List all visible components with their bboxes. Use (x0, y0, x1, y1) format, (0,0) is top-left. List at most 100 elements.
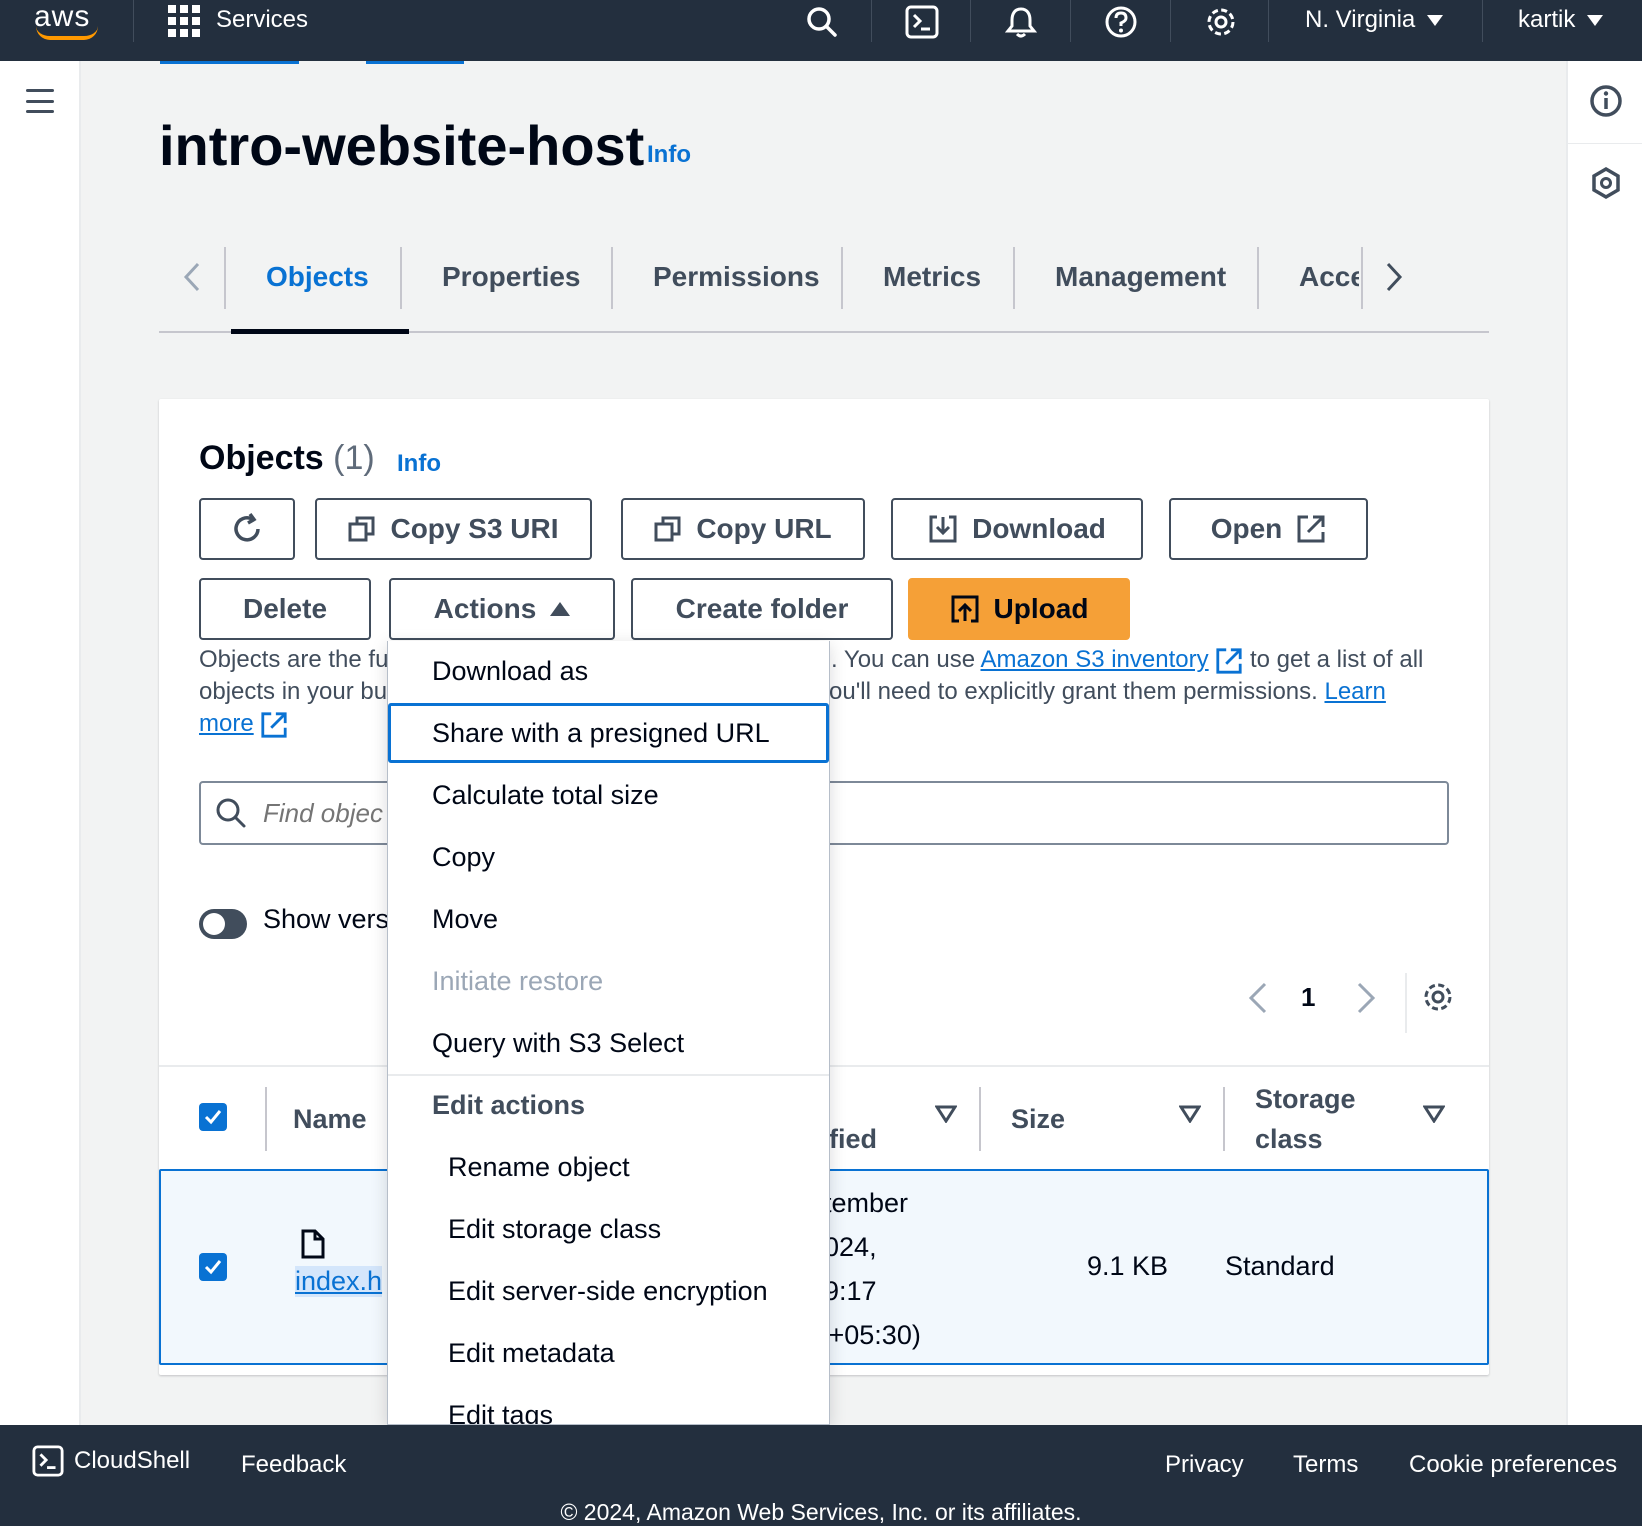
tab-bar: Objects Properties Permissions Metrics M… (159, 231, 1489, 334)
menu-item-edit-encryption[interactable]: Edit server-side encryption (388, 1261, 829, 1321)
copy-url-button[interactable]: Copy URL (621, 498, 865, 560)
menu-item-edit-tags[interactable]: Edit tags (388, 1385, 829, 1425)
active-tab-indicator (231, 329, 409, 334)
sort-icon[interactable] (1423, 1105, 1445, 1123)
hexagon-icon[interactable] (1588, 165, 1624, 201)
column-header-storage-class[interactable]: Storage class (1255, 1079, 1356, 1159)
menu-item-rename-object[interactable]: Rename object (388, 1137, 829, 1197)
menu-icon[interactable] (26, 89, 54, 113)
tab-properties[interactable]: Properties (442, 261, 581, 293)
s3-inventory-link[interactable]: Amazon S3 inventory (980, 646, 1208, 673)
tab-divider (224, 247, 226, 309)
menu-item-copy[interactable]: Copy (388, 827, 829, 887)
menu-item-calculate-total-size[interactable]: Calculate total size (388, 765, 829, 825)
copy-s3-uri-button[interactable]: Copy S3 URI (315, 498, 592, 560)
page-title: intro-website-host (159, 114, 645, 177)
tab-management[interactable]: Management (1055, 261, 1226, 293)
description-text: ou'll need to explicitly grant them perm… (829, 678, 1318, 705)
copy-s3-uri-label: Copy S3 URI (390, 513, 559, 544)
create-folder-button[interactable]: Create folder (631, 578, 893, 640)
actions-button[interactable]: Actions (389, 578, 615, 640)
select-all-checkbox[interactable] (199, 1103, 227, 1131)
next-page-icon[interactable] (1355, 981, 1377, 1020)
copyright-text: © 2024, Amazon Web Services, Inc. or its… (560, 1499, 1082, 1525)
cloudshell-icon[interactable] (902, 2, 942, 42)
info-panel-icon[interactable] (1588, 83, 1624, 119)
bell-icon[interactable] (1001, 2, 1041, 42)
menu-item-edit-metadata[interactable]: Edit metadata (388, 1323, 829, 1383)
nav-divider (1268, 0, 1269, 42)
sort-icon[interactable] (935, 1105, 957, 1123)
refresh-button[interactable] (199, 498, 295, 560)
menu-item-move[interactable]: Move (388, 889, 829, 949)
right-rail (1566, 61, 1642, 1425)
tabs-scroll-left-icon[interactable] (177, 257, 207, 297)
page-info-link[interactable]: Info (647, 141, 691, 169)
open-label: Open (1210, 513, 1283, 544)
menu-item-query-s3-select[interactable]: Query with S3 Select (388, 1013, 829, 1073)
gear-icon[interactable] (1201, 2, 1241, 42)
privacy-link[interactable]: Privacy (1165, 1451, 1244, 1479)
description-line-2-right: ou'll need to explicitly grant them perm… (829, 676, 1386, 708)
feedback-link[interactable]: Feedback (241, 1451, 346, 1479)
table-preferences-gear-icon[interactable] (1421, 980, 1455, 1019)
breadcrumb-link-underline[interactable] (160, 61, 299, 64)
date-line: 2024, (809, 1232, 877, 1262)
page-number[interactable]: 1 (1301, 982, 1315, 1013)
description-text: . You can use (831, 646, 976, 673)
download-icon (929, 515, 957, 543)
description-text: Objects are the fu (199, 646, 389, 673)
row-checkbox[interactable] (199, 1253, 227, 1281)
upload-button[interactable]: Upload (908, 578, 1130, 640)
tab-permissions[interactable]: Permissions (653, 261, 820, 293)
file-icon (301, 1229, 325, 1259)
column-header-size[interactable]: Size (1011, 1099, 1065, 1139)
download-button[interactable]: Download (891, 498, 1143, 560)
objects-info-link[interactable]: Info (397, 450, 441, 478)
open-button[interactable]: Open (1169, 498, 1368, 560)
show-versions-label: Show vers (263, 904, 390, 934)
description-line-3: more (199, 708, 288, 740)
tab-objects[interactable]: Objects (266, 261, 369, 293)
nav-divider (970, 0, 971, 42)
breadcrumb-link-underline[interactable] (366, 61, 464, 64)
menu-item-share-presigned-url[interactable]: Share with a presigned URL (388, 703, 829, 763)
menu-item-edit-storage-class[interactable]: Edit storage class (388, 1199, 829, 1259)
caret-down-icon (1587, 15, 1604, 27)
tab-divider (1257, 247, 1259, 309)
help-icon[interactable] (1101, 2, 1141, 42)
column-header-name[interactable]: Name (293, 1099, 367, 1139)
menu-group-edit-actions: Edit actions (388, 1074, 829, 1134)
cloudshell-button[interactable]: CloudShell (32, 1445, 190, 1477)
delete-button[interactable]: Delete (199, 578, 371, 640)
pager-divider (1405, 973, 1407, 1033)
search-icon[interactable] (802, 2, 842, 42)
learn-more-link[interactable]: Learn (1324, 678, 1385, 705)
sort-icon[interactable] (1179, 1105, 1201, 1123)
search-icon (216, 798, 246, 828)
region-selector[interactable]: N. Virginia (1305, 6, 1444, 34)
previous-page-icon[interactable] (1247, 981, 1269, 1020)
left-rail (0, 61, 81, 1425)
copy-icon (348, 516, 375, 542)
toggle-knob (203, 913, 225, 935)
menu-item-download-as[interactable]: Download as (388, 641, 829, 701)
tabs-scroll-right-icon[interactable] (1379, 257, 1409, 297)
terms-link[interactable]: Terms (1293, 1451, 1358, 1479)
tab-metrics[interactable]: Metrics (883, 261, 981, 293)
object-name-link[interactable]: index.h (295, 1266, 383, 1297)
show-versions-toggle[interactable] (199, 909, 247, 939)
nav-divider (1070, 0, 1071, 42)
user-menu[interactable]: kartik (1518, 6, 1604, 34)
services-menu[interactable]: Services (216, 6, 308, 34)
refresh-icon (234, 512, 260, 542)
region-label: N. Virginia (1305, 6, 1416, 33)
cookie-preferences-link[interactable]: Cookie preferences (1409, 1451, 1617, 1479)
copy-icon (654, 516, 681, 542)
caret-up-icon (550, 602, 571, 616)
tab-divider (1361, 247, 1363, 309)
learn-more-link-cont[interactable]: more (199, 710, 254, 737)
rail-divider (1568, 143, 1642, 144)
tab-access-points[interactable]: Acce (1299, 261, 1359, 293)
grid-icon[interactable] (168, 5, 200, 37)
